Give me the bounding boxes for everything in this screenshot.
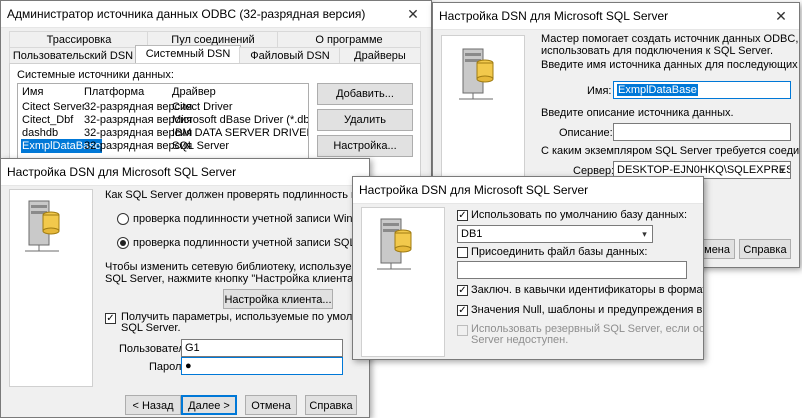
- chevron-down-icon[interactable]: ▾: [775, 162, 790, 178]
- dsn3-title-bar: Настройка DSN для Microsoft SQL Server: [353, 177, 703, 204]
- table-row-name[interactable]: Citect Server: [22, 100, 86, 114]
- help-button[interactable]: Справка: [305, 395, 357, 415]
- close-icon[interactable]: ✕: [399, 4, 427, 24]
- default-db-select[interactable]: DB1 ▾: [457, 225, 653, 243]
- dsn3-window-title: Настройка DSN для Microsoft SQL Server: [359, 183, 589, 197]
- get-defaults-label-line2: SQL Server.: [121, 322, 181, 334]
- dsn1-name-prompt: Введите имя источника данных для последу…: [541, 59, 799, 71]
- dsn2-title-bar: Настройка DSN для Microsoft SQL Server: [1, 159, 369, 186]
- auth-question: Как SQL Server должен проверять подлинно…: [105, 189, 369, 201]
- back-button[interactable]: < Назад: [125, 395, 181, 415]
- server-value: DESKTOP-EJN0HKQ\SQLEXPRESS: [617, 164, 791, 176]
- dsn1-name-label: Имя:: [587, 85, 612, 97]
- mirror-server-label-line2: Server недоступен.: [471, 334, 569, 346]
- chevron-down-icon[interactable]: ▾: [637, 226, 652, 242]
- system-dsn-list-label: Системные источники данных:: [17, 69, 174, 81]
- ansi-nulls-label[interactable]: Значения Null, шаблоны и предупреждения …: [471, 304, 703, 316]
- dsn1-server-prompt: С каким экземпляром SQL Server требуется…: [541, 145, 800, 157]
- table-row-driver[interactable]: SQL Server: [172, 139, 229, 153]
- help-button[interactable]: Справка: [739, 239, 791, 259]
- dsn1-description-prompt: Введите описание источника данных.: [541, 107, 734, 119]
- default-db-checkbox[interactable]: ✓: [457, 210, 468, 221]
- netlib-text-line1: Чтобы изменить сетевую библиотеку, испол…: [105, 261, 370, 273]
- odbc-window-title: Администратор источника данных ODBC (32-…: [7, 7, 366, 21]
- table-row-name[interactable]: dashdb: [22, 126, 58, 140]
- tab-drivers[interactable]: Драйверы: [339, 47, 421, 64]
- radio-sql-auth-label[interactable]: проверка подлинности учетной записи SQL …: [133, 237, 369, 249]
- tab-about[interactable]: О программе: [277, 31, 421, 48]
- default-db-label[interactable]: Использовать по умолчанию базу данных:: [471, 209, 687, 221]
- dsn1-window-title: Настройка DSN для Microsoft SQL Server: [439, 9, 669, 23]
- dsn-config-window-2: Настройка DSN для Microsoft SQL Server К…: [0, 158, 370, 418]
- password-field[interactable]: ●: [181, 357, 343, 375]
- attach-db-checkbox[interactable]: [457, 247, 468, 258]
- radio-windows-auth[interactable]: [117, 213, 129, 225]
- dsn-name-field[interactable]: ExmplDataBase: [613, 81, 791, 99]
- default-db-value: DB1: [461, 228, 483, 240]
- column-header-driver[interactable]: Драйвер: [172, 85, 216, 99]
- odbc-title-bar: Администратор источника данных ODBC (32-…: [1, 1, 431, 28]
- configure-button[interactable]: Настройка...: [317, 135, 413, 157]
- tab-file-dsn[interactable]: Файловый DSN: [239, 47, 341, 64]
- radio-sql-auth[interactable]: [117, 237, 129, 249]
- dsn-name-value: ExmplDataBase: [617, 84, 698, 96]
- tab-system-dsn[interactable]: Системный DSN: [135, 45, 241, 64]
- add-button[interactable]: Добавить...: [317, 83, 413, 105]
- table-row-driver[interactable]: IBM DATA SERVER DRIVER for ODBC: [172, 126, 308, 140]
- attach-db-field[interactable]: [457, 261, 687, 279]
- description-field[interactable]: [613, 123, 791, 141]
- tab-user-dsn[interactable]: Пользовательский DSN: [9, 47, 137, 64]
- dsn1-intro-line1: Мастер помогает создать источник данных …: [541, 33, 799, 45]
- table-row-driver[interactable]: Citect Driver: [172, 100, 233, 114]
- table-row-name[interactable]: Citect_Dbf: [22, 113, 73, 127]
- attach-db-label[interactable]: Присоединить файл базы данных:: [471, 246, 647, 258]
- ansi-quoted-label[interactable]: Заключ. в кавычки идентификаторы в форма…: [471, 284, 703, 296]
- radio-windows-auth-label[interactable]: проверка подлинности учетной записи Wind…: [133, 213, 369, 225]
- ansi-nulls-checkbox[interactable]: ✓: [457, 305, 468, 316]
- tab-tracing[interactable]: Трассировка: [9, 31, 149, 48]
- dsn-config-window-3: Настройка DSN для Microsoft SQL Server ✓…: [352, 176, 704, 360]
- close-icon[interactable]: ✕: [767, 6, 795, 26]
- column-header-name[interactable]: Имя: [22, 85, 43, 99]
- database-server-icon: [377, 218, 412, 270]
- user-field[interactable]: G1: [181, 339, 343, 357]
- table-row-driver[interactable]: Microsoft dBase Driver (*.dbf): [172, 113, 308, 127]
- column-header-platform[interactable]: Платформа: [84, 85, 144, 99]
- ansi-quoted-checkbox[interactable]: ✓: [457, 285, 468, 296]
- netlib-text-line2: SQL Server, нажмите кнопку "Настройка кл…: [105, 273, 361, 285]
- database-server-icon: [25, 200, 60, 252]
- client-config-button[interactable]: Настройка клиента...: [223, 289, 333, 309]
- dsn1-intro-line2: использовать для подключения к SQL Serve…: [541, 45, 774, 57]
- dsn1-title-bar: Настройка DSN для Microsoft SQL Server ✕: [433, 3, 799, 30]
- database-server-icon: [459, 48, 494, 100]
- dsn1-description-label: Описание:: [559, 127, 613, 139]
- get-defaults-checkbox[interactable]: ✓: [105, 313, 116, 324]
- dsn2-window-title: Настройка DSN для Microsoft SQL Server: [7, 165, 237, 179]
- remove-button[interactable]: Удалить: [317, 109, 413, 131]
- cancel-button[interactable]: Отмена: [245, 395, 297, 415]
- next-button[interactable]: Далее >: [181, 395, 237, 415]
- mirror-server-checkbox: [457, 325, 468, 336]
